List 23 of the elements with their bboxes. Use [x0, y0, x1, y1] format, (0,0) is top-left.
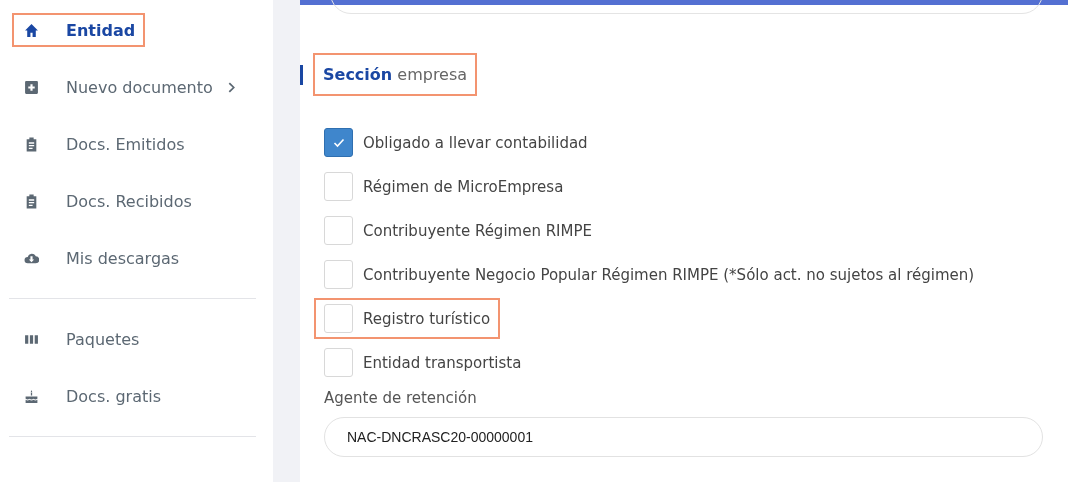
- field-label: Agente de retención: [324, 389, 478, 407]
- clipboard-icon: [24, 193, 39, 209]
- input-field[interactable]: NAC-DNCRASC20-00000001: [324, 417, 1043, 457]
- cake-icon: [24, 388, 39, 404]
- checkbox-label: Régimen de MicroEmpresa: [363, 177, 564, 196]
- sidebar-item[interactable]: Docs. Emitidos: [12, 127, 195, 161]
- clipboard-icon: [24, 136, 39, 152]
- sidebar-item[interactable]: Mis descargas: [12, 241, 190, 275]
- sidebar-item[interactable]: Docs. gratis: [12, 379, 171, 413]
- checkbox-label: Contribuyente Negocio Popular Régimen RIMPE (*Sólo act. no sujetos al régimen): [363, 265, 975, 284]
- section-title: Sección empresa: [313, 53, 478, 96]
- checkbox[interactable]: [324, 128, 353, 157]
- home-icon: [24, 22, 39, 38]
- checkbox-label: Entidad transportista: [363, 353, 522, 372]
- checkbox-label: Obligado a llevar contabilidad: [363, 133, 588, 152]
- sidebar-item[interactable]: Nuevo documento: [12, 70, 246, 104]
- check-icon: [332, 137, 345, 148]
- section-marker: [300, 64, 303, 85]
- sidebar-item[interactable]: Paquetes: [12, 322, 150, 356]
- checkbox-label: Registro turístico: [363, 309, 491, 328]
- checkbox-label: Contribuyente Régimen RIMPE: [363, 221, 592, 240]
- sidebar-item[interactable]: Docs. Recibidos: [12, 184, 202, 218]
- sidebar-item[interactable]: Entidad: [12, 13, 146, 47]
